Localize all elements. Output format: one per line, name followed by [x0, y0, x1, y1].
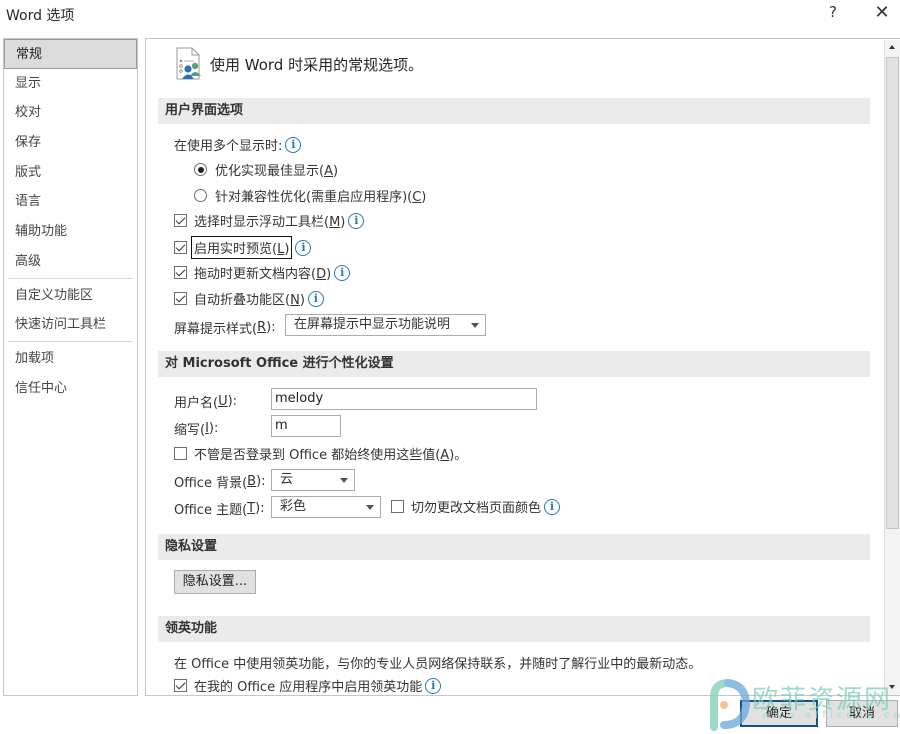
radio-optimize-best-display[interactable]: 优化实现最佳显示(A) [194, 160, 338, 179]
office-background-label: Office 背景(B): [174, 474, 266, 491]
linkedin-description: 在 Office 中使用领英功能，与你的专业人员网络保持联系，并随时了解行业中的… [174, 657, 702, 672]
options-content: 使用 Word 时采用的常规选项。 用户界面选项 在使用多个显示时: i 优化实… [145, 38, 900, 696]
sidebar-item-save[interactable]: 保存 [4, 128, 137, 158]
sidebar-item-typography[interactable]: 版式 [4, 158, 137, 188]
office-theme-label: Office 主题(T): [174, 501, 265, 518]
page-header-text: 使用 Word 时采用的常规选项。 [210, 55, 424, 74]
radio-label: 针对兼容性优化(需重启应用程序)(C) [215, 190, 427, 205]
screentip-style-label: 屏幕提示样式(R): [174, 320, 276, 337]
checkbox-update-while-dragging[interactable]: 拖动时更新文档内容(D) i [174, 263, 351, 282]
checkbox-label: 不管是否登录到 Office 都始终使用这些值(A)。 [194, 448, 468, 463]
chevron-down-icon [340, 478, 348, 483]
checkbox-live-preview[interactable]: 启用实时预览(L) i [174, 236, 312, 259]
sidebar-item-quick-access-toolbar[interactable]: 快速访问工具栏 [4, 310, 137, 340]
checkbox-never-change-page-color[interactable]: 切勿更改文档页面颜色 i [391, 497, 561, 516]
sidebar-item-proofing[interactable]: 校对 [4, 98, 137, 128]
info-icon[interactable]: i [348, 212, 365, 229]
info-icon[interactable]: i [295, 239, 312, 256]
office-background-dropdown[interactable]: 云 [271, 469, 355, 491]
checkbox[interactable] [391, 500, 404, 513]
title-bar: Word 选项 ? ✕ [0, 0, 900, 30]
privacy-settings-button[interactable]: 隐私设置... [174, 570, 256, 594]
checkbox[interactable] [174, 292, 187, 305]
checkbox-label: 启用实时预览(L) [191, 236, 293, 259]
info-icon[interactable]: i [425, 677, 442, 694]
office-background-value: 云 [280, 472, 294, 487]
checkbox-collapse-ribbon[interactable]: 自动折叠功能区(N) i [174, 289, 324, 308]
sidebar-item-language[interactable]: 语言 [4, 187, 137, 217]
chevron-down-icon [471, 323, 479, 328]
checkbox-mini-toolbar[interactable]: 选择时显示浮动工具栏(M) i [174, 211, 365, 230]
help-button[interactable]: ? [822, 3, 844, 25]
radio-button[interactable] [194, 189, 207, 202]
options-sidebar: 常规 显示 校对 保存 版式 语言 辅助功能 高级 自定义功能区 快速访问工具栏… [3, 38, 138, 696]
checkbox[interactable] [174, 447, 187, 460]
username-input[interactable]: melody [271, 388, 537, 410]
sidebar-item-add-ins[interactable]: 加载项 [4, 344, 137, 374]
checkbox-label: 在我的 Office 应用程序中启用领英功能 [194, 680, 423, 695]
close-button[interactable]: ✕ [870, 2, 894, 26]
ok-button[interactable]: 确定 [740, 700, 818, 727]
multi-display-label-row: 在使用多个显示时: i [174, 135, 302, 154]
radio-label: 优化实现最佳显示(A) [215, 164, 339, 179]
info-icon[interactable]: i [307, 290, 324, 307]
page-header: 使用 Word 时采用的常规选项。 [174, 45, 423, 83]
section-privacy: 隐私设置 [158, 534, 870, 560]
office-theme-value: 彩色 [280, 499, 307, 514]
scroll-up-arrow-icon[interactable] [885, 40, 900, 55]
radio-button[interactable] [194, 163, 207, 176]
info-icon[interactable]: i [285, 136, 302, 153]
info-icon[interactable]: i [544, 498, 561, 515]
section-personalize: 对 Microsoft Office 进行个性化设置 [158, 351, 870, 377]
checkbox[interactable] [174, 266, 187, 279]
office-theme-dropdown[interactable]: 彩色 [271, 496, 381, 518]
sidebar-item-general[interactable]: 常规 [4, 39, 137, 69]
general-options-icon [176, 47, 201, 80]
checkbox-enable-linkedin[interactable]: 在我的 Office 应用程序中启用领英功能 i [174, 676, 442, 695]
screentip-style-value: 在屏幕提示中显示功能说明 [294, 317, 451, 332]
scrollbar-thumb[interactable] [886, 57, 899, 529]
checkbox[interactable] [174, 241, 187, 254]
checkbox-label: 切勿更改文档页面颜色 [411, 501, 542, 516]
sidebar-item-display[interactable]: 显示 [4, 69, 137, 99]
sidebar-divider [8, 277, 133, 279]
sidebar-divider [8, 340, 133, 342]
window-title: Word 选项 [6, 8, 75, 24]
vertical-scrollbar[interactable] [884, 40, 900, 695]
initials-label: 缩写(I): [174, 421, 219, 438]
screentip-style-dropdown[interactable]: 在屏幕提示中显示功能说明 [285, 314, 486, 336]
checkbox-always-use-values[interactable]: 不管是否登录到 Office 都始终使用这些值(A)。 [174, 444, 467, 463]
checkbox[interactable] [174, 679, 187, 692]
radio-optimize-compatibility[interactable]: 针对兼容性优化(需重启应用程序)(C) [194, 186, 426, 205]
checkbox-label: 选择时显示浮动工具栏(M) [194, 215, 346, 230]
initials-input[interactable]: m [271, 415, 341, 437]
sidebar-item-trust-center[interactable]: 信任中心 [4, 374, 137, 404]
checkbox[interactable] [174, 214, 187, 227]
username-label: 用户名(U): [174, 394, 238, 411]
chevron-down-icon [366, 505, 374, 510]
cancel-button[interactable]: 取消 [826, 700, 898, 727]
sidebar-item-customize-ribbon[interactable]: 自定义功能区 [4, 281, 137, 311]
info-icon[interactable]: i [334, 264, 351, 281]
checkbox-label: 拖动时更新文档内容(D) [194, 267, 332, 282]
scroll-down-arrow-icon[interactable] [885, 680, 900, 695]
section-ui-options: 用户界面选项 [158, 98, 870, 124]
multi-display-label: 在使用多个显示时: [174, 139, 283, 154]
checkbox-label: 自动折叠功能区(N) [194, 293, 305, 308]
sidebar-item-accessibility[interactable]: 辅助功能 [4, 217, 137, 247]
section-linkedin: 领英功能 [158, 616, 870, 642]
sidebar-item-advanced[interactable]: 高级 [4, 247, 137, 277]
